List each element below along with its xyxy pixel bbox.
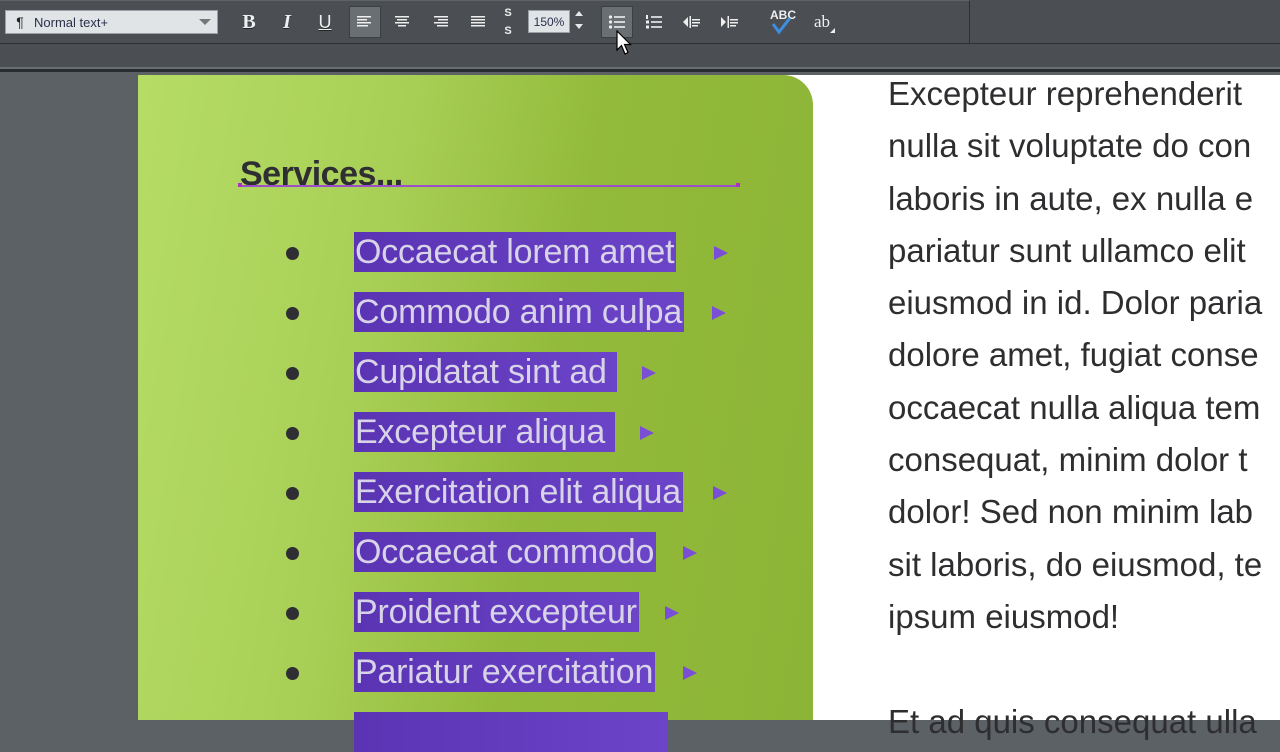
bullet-icon: [286, 667, 299, 680]
spellcheck-button[interactable]: ABC: [764, 6, 798, 38]
body-line: sit laboris, do eiusmod, te: [888, 545, 1263, 583]
body-line: occaecat nulla aliqua tem: [888, 388, 1261, 426]
marker-arrow-icon: [665, 606, 679, 620]
text-format-button[interactable]: ab: [806, 6, 838, 38]
align-center-icon: [395, 16, 409, 27]
paragraph-style-value: Normal text+: [34, 14, 109, 30]
zoom-input[interactable]: 150%: [528, 10, 570, 33]
marker-arrow-icon: [712, 306, 726, 320]
bullet-icon: [286, 247, 299, 260]
align-left-button[interactable]: [349, 6, 381, 38]
align-justify-button[interactable]: [462, 6, 494, 38]
increase-indent-icon: [721, 16, 738, 28]
body-line: laboris in aute, ex nulla e: [888, 179, 1254, 217]
body-text-column[interactable]: Excepteur reprehenderit nulla sit volupt…: [888, 68, 1280, 748]
pilcrow-icon: ¶: [16, 14, 24, 30]
list-item-label[interactable]: Occaecat lorem amet: [354, 232, 677, 272]
bold-button[interactable]: B: [233, 6, 265, 38]
bullet-icon: [286, 487, 299, 500]
mouse-cursor-icon: [616, 30, 632, 55]
superscript-icon: S: [504, 7, 512, 19]
body-line: eiusmod in id. Dolor paria: [888, 284, 1263, 322]
body-line: nulla sit voluptate do con: [888, 127, 1252, 165]
list-item-label[interactable]: Commodo anim culpa: [354, 292, 685, 332]
list-item[interactable]: Commodo anim culpa: [138, 292, 813, 332]
marker-arrow-icon: [714, 246, 728, 260]
spellcheck-icon: ABC: [766, 8, 796, 36]
bold-icon: B: [242, 10, 256, 33]
list-item[interactable]: Excepteur aliqua: [138, 412, 813, 452]
list-item[interactable]: Occaecat commodo: [138, 532, 813, 572]
marker-arrow-icon: [640, 426, 654, 440]
align-right-button[interactable]: [424, 6, 456, 38]
list-item[interactable]: Occaecat lorem amet: [138, 232, 813, 272]
chevron-down-icon[interactable]: [199, 19, 211, 25]
decrease-indent-icon: [683, 16, 700, 28]
body-line: consequat, minim dolor t: [888, 441, 1248, 479]
underline-button[interactable]: U: [309, 6, 341, 38]
subscript-icon: S: [504, 25, 512, 37]
body-line: Et ad quis consequat ulla: [888, 702, 1257, 740]
marker-arrow-icon: [713, 486, 727, 500]
numbered-list-button[interactable]: [638, 6, 670, 38]
services-panel[interactable]: Services... Occaecat lorem amet Commodo …: [138, 75, 813, 752]
bullet-icon: [286, 427, 299, 440]
italic-button[interactable]: I: [271, 6, 303, 38]
superscript-button[interactable]: S: [498, 4, 518, 22]
numbered-list-icon: [646, 15, 662, 29]
list-item-label[interactable]: Proident excepteur: [354, 592, 639, 632]
text-format-icon: ab: [813, 12, 831, 31]
increase-indent-button[interactable]: [714, 6, 746, 38]
body-line: dolore amet, fugiat conse: [888, 336, 1259, 374]
underline-icon: U: [318, 11, 332, 32]
zoom-down-icon[interactable]: [575, 24, 583, 29]
body-line: Excepteur reprehenderit: [888, 75, 1243, 112]
italic-icon: I: [283, 10, 291, 33]
list-item-label[interactable]: Cupidatat sint ad: [354, 352, 617, 392]
list-item-label[interactable]: [354, 712, 668, 752]
zoom-up-icon[interactable]: [575, 11, 583, 16]
body-line: pariatur sunt ullamco elit: [888, 231, 1246, 269]
document-canvas: Services... Occaecat lorem amet Commodo …: [0, 75, 1280, 752]
bullet-icon: [286, 307, 299, 320]
align-justify-icon: [471, 16, 485, 27]
list-item-label[interactable]: Excepteur aliqua: [354, 412, 616, 452]
body-line: dolor! Sed non minim lab: [888, 493, 1254, 531]
list-item-label[interactable]: Pariatur exercitation: [354, 652, 656, 692]
services-heading[interactable]: Services...: [240, 155, 403, 194]
list-item[interactable]: Exercitation elit aliqua: [138, 472, 813, 512]
decrease-indent-button[interactable]: [676, 6, 708, 38]
zoom-stepper[interactable]: [573, 9, 585, 35]
list-item[interactable]: Pariatur exercitation: [138, 652, 813, 692]
formatting-toolbar: ¶ Normal text+ B I U S S 150% ABC ab: [0, 0, 1280, 44]
align-left-icon: [357, 16, 371, 27]
bulleted-list-icon: [608, 15, 625, 29]
subscript-button[interactable]: S: [498, 22, 518, 40]
list-item[interactable]: [138, 712, 813, 752]
list-item[interactable]: Cupidatat sint ad: [138, 352, 813, 392]
align-center-button[interactable]: [386, 6, 418, 38]
dropdown-corner-icon: [830, 28, 835, 33]
marker-arrow-icon: [683, 546, 697, 560]
body-line: ipsum eiusmod!: [888, 597, 1120, 635]
document-page[interactable]: Services... Occaecat lorem amet Commodo …: [138, 75, 1280, 752]
list-item-label[interactable]: Exercitation elit aliqua: [354, 472, 683, 512]
paragraph-style-dropdown[interactable]: ¶ Normal text+: [5, 10, 218, 34]
bullet-icon: [286, 607, 299, 620]
heading-underline: [238, 183, 740, 187]
marker-arrow-icon: [642, 366, 656, 380]
list-item[interactable]: Proident excepteur: [138, 592, 813, 632]
align-right-icon: [434, 16, 448, 27]
bullet-icon: [286, 547, 299, 560]
list-item-label[interactable]: Occaecat commodo: [354, 532, 657, 572]
bullet-icon: [286, 367, 299, 380]
marker-arrow-icon: [683, 666, 697, 680]
